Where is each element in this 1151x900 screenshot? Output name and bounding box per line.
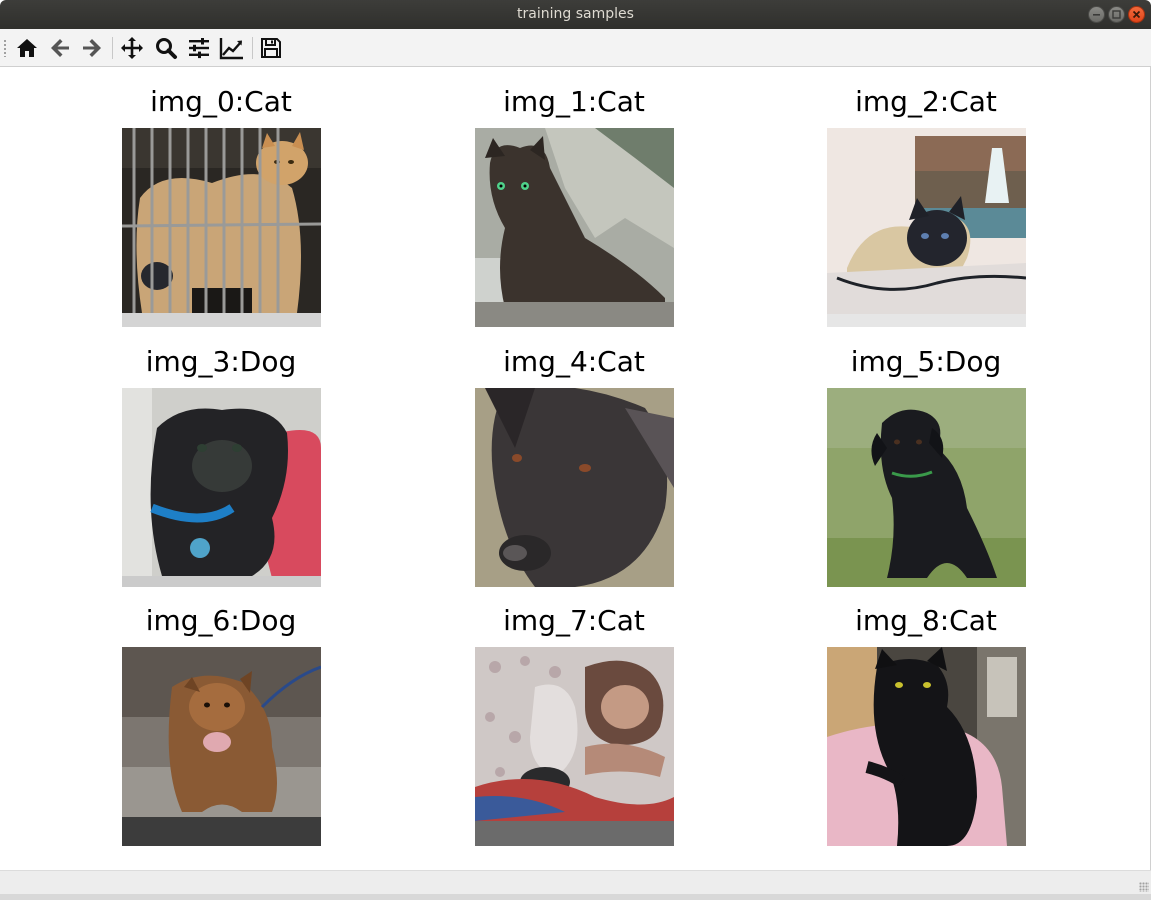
- window-title: training samples: [517, 6, 634, 22]
- back-button[interactable]: [46, 34, 74, 62]
- zoom-icon: [156, 38, 177, 59]
- sample-image-girl-with-cat: [475, 647, 674, 846]
- home-icon: [17, 39, 37, 57]
- minimize-button[interactable]: [1088, 6, 1105, 23]
- status-bar: [0, 870, 1151, 894]
- sample-image-black-lab-puppy: [827, 388, 1026, 587]
- minimize-icon: [1093, 14, 1100, 16]
- sample-image-siamese-cat: [827, 128, 1026, 327]
- subplot-title: img_1:Cat: [503, 85, 645, 118]
- subplot-title: img_4:Cat: [503, 345, 645, 378]
- pan-button[interactable]: [118, 34, 146, 62]
- customize-icon: [219, 38, 243, 60]
- figure-canvas[interactable]: img_0:Cat img_1:Cat img_2:Cat img_3:Dog …: [0, 68, 1151, 870]
- toolbar-separator: [112, 37, 113, 59]
- sample-image-black-cat: [475, 128, 674, 327]
- subplot-title: img_2:Cat: [855, 85, 997, 118]
- zoom-button[interactable]: [152, 34, 180, 62]
- navigation-toolbar: [0, 29, 1151, 67]
- window-controls: [1088, 6, 1145, 23]
- window-titlebar[interactable]: training samples: [0, 0, 1151, 29]
- close-icon: [1132, 10, 1141, 19]
- subplots-icon: [189, 38, 209, 59]
- sample-image-cat-in-cage: [122, 128, 321, 327]
- subplot-title: img_6:Dog: [145, 604, 297, 637]
- sample-image-brown-dog: [122, 647, 321, 846]
- pan-icon: [121, 37, 143, 59]
- subplot-title: img_7:Cat: [503, 604, 645, 637]
- toolbar-separator: [252, 37, 253, 59]
- close-button[interactable]: [1128, 6, 1145, 23]
- back-icon: [51, 39, 69, 57]
- sample-image-black-dog-closeup: [475, 388, 674, 587]
- window-border: [0, 894, 1151, 900]
- maximize-icon: [1112, 10, 1121, 19]
- maximize-button[interactable]: [1108, 6, 1125, 23]
- forward-icon: [83, 39, 101, 57]
- home-button[interactable]: [13, 34, 41, 62]
- sample-image-black-cat-held: [827, 647, 1026, 846]
- subplot-title: img_3:Dog: [145, 345, 297, 378]
- resize-grip[interactable]: [1139, 882, 1149, 892]
- subplots-button[interactable]: [185, 34, 213, 62]
- toolbar-grip[interactable]: [3, 39, 7, 57]
- subplot-title: img_5:Dog: [850, 345, 1002, 378]
- save-icon: [261, 38, 281, 58]
- subplot-title: img_8:Cat: [855, 604, 997, 637]
- save-button[interactable]: [257, 34, 285, 62]
- customize-button[interactable]: [218, 34, 246, 62]
- sample-image-black-puppy-collar: [122, 388, 321, 587]
- forward-button[interactable]: [78, 34, 106, 62]
- subplot-title: img_0:Cat: [150, 85, 292, 118]
